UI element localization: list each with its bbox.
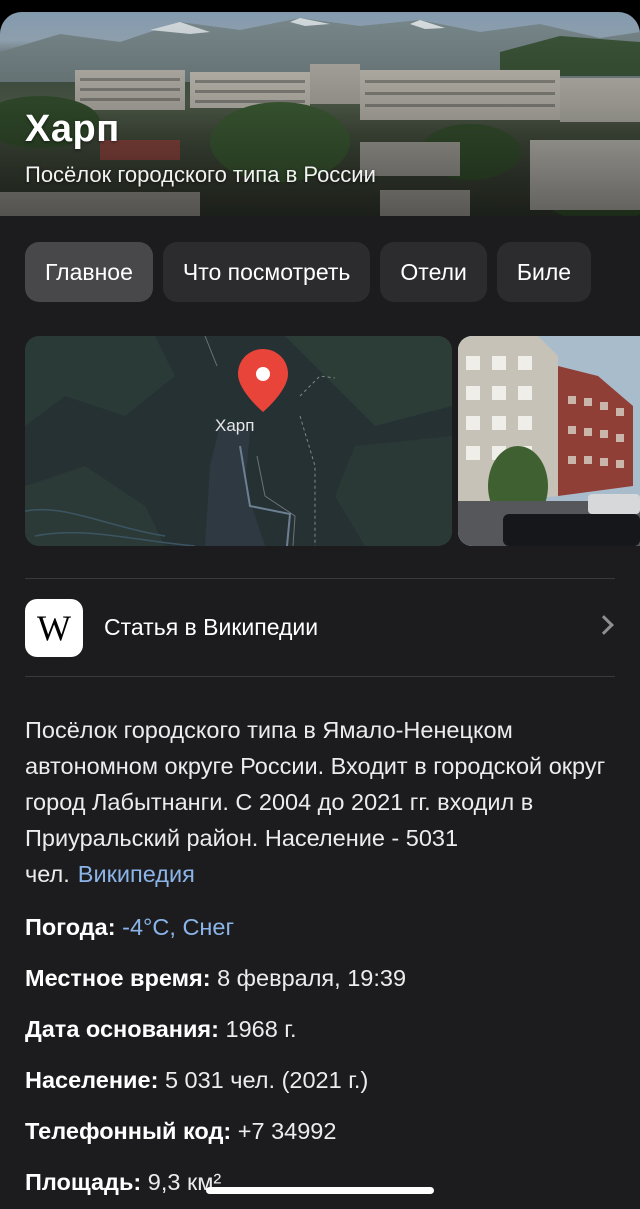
map-terrain bbox=[25, 336, 452, 546]
fact-weather: Погода: -4°C, Снег bbox=[25, 914, 234, 941]
home-indicator[interactable] bbox=[206, 1187, 434, 1194]
fact-value: +7 34992 bbox=[237, 1118, 337, 1144]
chevron-right-icon bbox=[594, 615, 614, 635]
tab-hotels[interactable]: Отели bbox=[380, 242, 487, 302]
weather-link[interactable]: -4°C, Снег bbox=[122, 914, 234, 940]
divider bbox=[25, 676, 615, 677]
wikipedia-logo-icon: W bbox=[25, 599, 83, 657]
street-photo[interactable] bbox=[458, 336, 640, 546]
place-subtitle: Посёлок городского типа в России bbox=[25, 162, 376, 187]
fact-label: Телефонный код: bbox=[25, 1118, 232, 1144]
fact-population: Население: 5 031 чел. (2021 г.) bbox=[25, 1067, 368, 1094]
section-tabs: Главное Что посмотреть Отели Биле bbox=[25, 242, 592, 302]
fact-label: Дата основания: bbox=[25, 1016, 219, 1042]
fact-phone-code: Телефонный код: +7 34992 bbox=[25, 1118, 336, 1145]
wikipedia-source-link[interactable]: Википедия bbox=[78, 861, 195, 887]
fact-value: 1968 г. bbox=[225, 1016, 297, 1042]
fact-label: Площадь: bbox=[25, 1169, 142, 1195]
place-description: Посёлок городского типа в Ямало-Ненецком… bbox=[25, 712, 625, 892]
fact-label: Погода: bbox=[25, 914, 116, 940]
place-card: Харп Посёлок городского типа в России Гл… bbox=[0, 12, 640, 1209]
map-pin-icon bbox=[238, 349, 288, 412]
tab-tickets[interactable]: Биле bbox=[496, 242, 592, 302]
fact-value: 8 февраля, 19:39 bbox=[217, 965, 407, 991]
fact-label: Население: bbox=[25, 1067, 159, 1093]
map-place-label: Харп bbox=[215, 416, 255, 435]
tab-main[interactable]: Главное bbox=[25, 242, 153, 302]
fact-label: Местное время: bbox=[25, 965, 211, 991]
wikipedia-article-label: Статья в Википедии bbox=[104, 614, 319, 640]
divider bbox=[25, 578, 615, 579]
tab-sights[interactable]: Что посмотреть bbox=[162, 242, 371, 302]
fact-area: Площадь: 9,3 км² bbox=[25, 1169, 221, 1196]
wikipedia-article-row[interactable]: W Статья в Википедии bbox=[25, 590, 615, 668]
fact-local-time: Местное время: 8 февраля, 19:39 bbox=[25, 965, 406, 992]
place-title: Харп bbox=[25, 108, 120, 150]
map-thumbnail[interactable]: Харп bbox=[25, 336, 452, 546]
fact-value: 5 031 чел. (2021 г.) bbox=[164, 1067, 369, 1093]
hero-photo[interactable]: Харп Посёлок городского типа в России bbox=[0, 12, 640, 216]
apartment-buildings-image bbox=[458, 336, 640, 546]
fact-founded: Дата основания: 1968 г. bbox=[25, 1016, 297, 1043]
